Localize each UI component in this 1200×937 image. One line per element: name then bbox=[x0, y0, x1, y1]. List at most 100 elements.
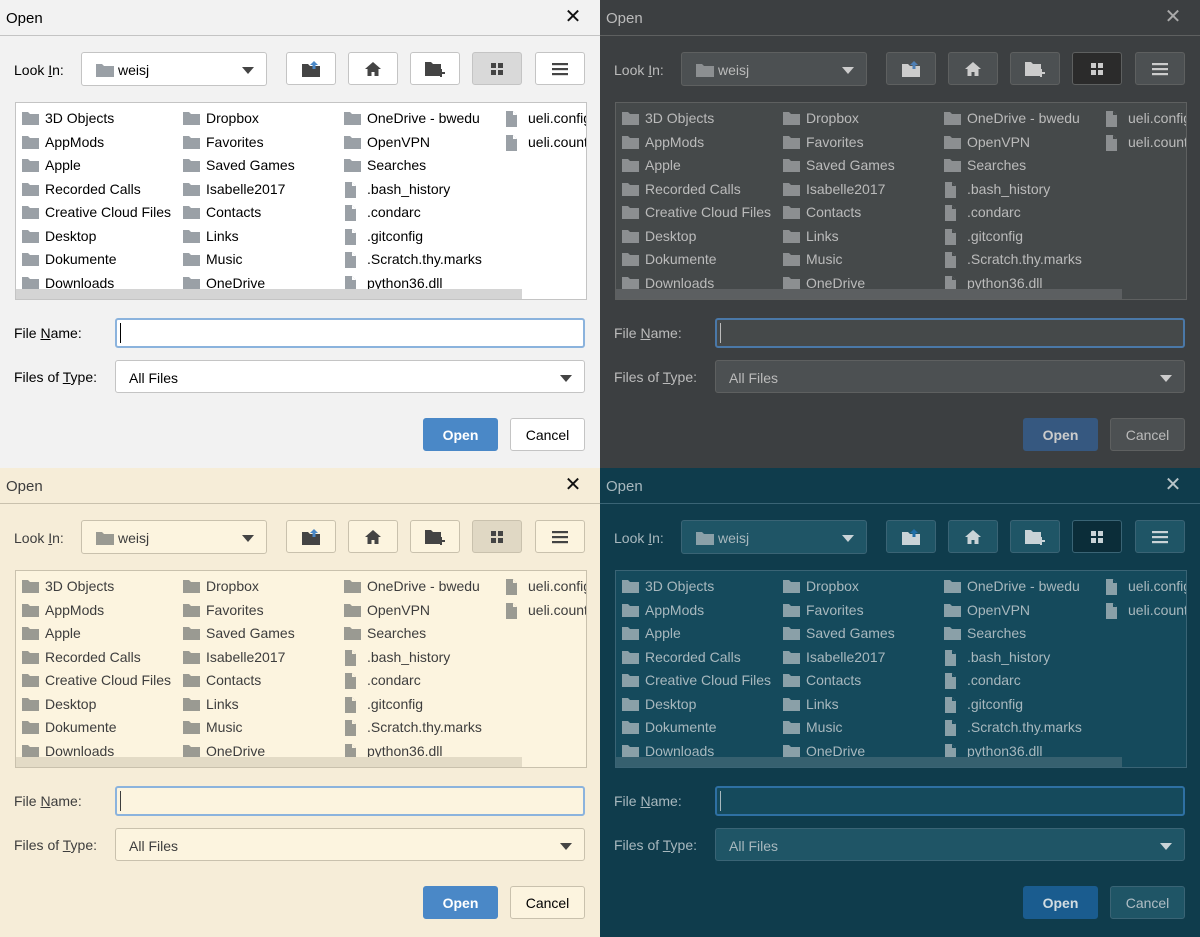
file-icon bbox=[345, 181, 356, 198]
up-folder-button[interactable] bbox=[886, 52, 936, 85]
file-name-input[interactable] bbox=[115, 318, 585, 348]
file-list[interactable]: 3D Objects AppMods Apple Recorded Calls Crea… bbox=[615, 102, 1187, 300]
folder-icon bbox=[622, 182, 639, 196]
open-button[interactable]: Open bbox=[423, 886, 498, 919]
look-in-combo[interactable]: weisj bbox=[81, 52, 267, 86]
file-name-label: File Name: bbox=[614, 325, 682, 341]
files-of-type-label: Files of Type: bbox=[614, 369, 698, 385]
details-view-button[interactable] bbox=[535, 52, 585, 85]
dialog-title: Open bbox=[606, 10, 643, 27]
file-icon bbox=[506, 134, 517, 151]
item-label: Links bbox=[806, 227, 839, 244]
details-view-button[interactable] bbox=[1135, 52, 1185, 85]
files-of-type-combo[interactable]: All Files bbox=[115, 828, 585, 861]
home-icon bbox=[365, 61, 381, 76]
folder-icon bbox=[783, 580, 800, 593]
look-in-label: Look In: bbox=[614, 530, 664, 546]
open-button[interactable]: Open bbox=[423, 418, 498, 451]
file-icon bbox=[945, 696, 956, 713]
open-button[interactable]: Open bbox=[1023, 886, 1098, 919]
home-button[interactable] bbox=[948, 520, 998, 553]
look-in-value: weisj bbox=[718, 530, 750, 546]
folder-icon bbox=[622, 206, 639, 219]
cancel-button[interactable]: Cancel bbox=[1110, 886, 1185, 919]
folder-icon bbox=[22, 744, 39, 758]
item-label: .condarc bbox=[367, 672, 421, 688]
horizontal-scrollbar[interactable] bbox=[616, 289, 1122, 299]
item-label: Searches bbox=[967, 625, 1027, 641]
folder-icon bbox=[22, 182, 39, 196]
item-label: OpenVPN bbox=[367, 601, 431, 618]
list-view-button[interactable] bbox=[472, 52, 522, 85]
item-label: Desktop bbox=[45, 695, 97, 712]
file-list[interactable]: 3D Objects AppMods Apple Recorded Calls Crea… bbox=[615, 570, 1187, 768]
look-in-combo[interactable]: weisj bbox=[681, 52, 867, 86]
file-icon bbox=[506, 111, 517, 127]
item-label: ueli.count bbox=[528, 133, 587, 150]
close-icon[interactable]: ✕ bbox=[1164, 7, 1182, 27]
file-name-input[interactable] bbox=[715, 318, 1185, 348]
list-view-button[interactable] bbox=[1072, 520, 1122, 553]
folder-icon bbox=[622, 159, 639, 172]
list-view-button[interactable] bbox=[472, 520, 522, 553]
close-icon[interactable]: ✕ bbox=[564, 7, 582, 27]
grid-view-icon bbox=[1091, 62, 1103, 75]
home-button[interactable] bbox=[348, 52, 398, 85]
item-label: Saved Games bbox=[806, 625, 895, 641]
folder-icon bbox=[183, 182, 200, 196]
details-view-icon bbox=[1152, 62, 1168, 75]
item-label: Contacts bbox=[206, 672, 262, 688]
look-in-combo[interactable]: weisj bbox=[81, 520, 267, 554]
item-label: Music bbox=[206, 251, 243, 267]
list-view-button[interactable] bbox=[1072, 52, 1122, 85]
cancel-button[interactable]: Cancel bbox=[510, 886, 585, 919]
folder-icon bbox=[783, 206, 800, 219]
item-label: Music bbox=[806, 719, 843, 735]
dialog-grid: Open ✕ Look In: weisj 3D Objects AppMods A… bbox=[0, 0, 1200, 937]
file-name-input[interactable] bbox=[715, 786, 1185, 816]
home-button[interactable] bbox=[948, 52, 998, 85]
item-label: Desktop bbox=[645, 695, 697, 712]
folder-icon bbox=[783, 253, 800, 266]
file-name-input[interactable] bbox=[115, 786, 585, 816]
file-icon bbox=[1106, 111, 1117, 127]
file-icon bbox=[945, 649, 956, 666]
folder-icon bbox=[696, 64, 714, 77]
details-view-button[interactable] bbox=[535, 520, 585, 553]
files-of-type-combo[interactable]: All Files bbox=[115, 360, 585, 393]
look-in-combo[interactable]: weisj bbox=[681, 520, 867, 554]
item-label: .bash_history bbox=[967, 648, 1051, 665]
item-label: .Scratch.thy.marks bbox=[367, 719, 482, 735]
cancel-button[interactable]: Cancel bbox=[510, 418, 585, 451]
new-folder-button[interactable] bbox=[410, 520, 460, 553]
new-folder-button[interactable] bbox=[410, 52, 460, 85]
horizontal-scrollbar[interactable] bbox=[616, 757, 1122, 767]
file-list[interactable]: 3D Objects AppMods Apple Recorded Calls Crea… bbox=[15, 102, 587, 300]
open-button[interactable]: Open bbox=[1023, 418, 1098, 451]
title-bar: Open ✕ bbox=[600, 468, 1200, 504]
details-view-button[interactable] bbox=[1135, 520, 1185, 553]
new-folder-button[interactable] bbox=[1010, 520, 1060, 553]
files-of-type-combo[interactable]: All Files bbox=[715, 828, 1185, 861]
file-list[interactable]: 3D Objects AppMods Apple Recorded Calls Crea… bbox=[15, 570, 587, 768]
grid-view-icon bbox=[491, 62, 503, 75]
look-in-label: Look In: bbox=[614, 62, 664, 78]
file-icon bbox=[345, 720, 356, 736]
new-folder-button[interactable] bbox=[1010, 52, 1060, 85]
up-folder-button[interactable] bbox=[286, 52, 336, 85]
horizontal-scrollbar[interactable] bbox=[16, 289, 522, 299]
up-folder-button[interactable] bbox=[886, 520, 936, 553]
cancel-button[interactable]: Cancel bbox=[1110, 418, 1185, 451]
horizontal-scrollbar[interactable] bbox=[16, 757, 522, 767]
close-icon[interactable]: ✕ bbox=[564, 475, 582, 495]
text-cursor bbox=[720, 323, 721, 343]
files-of-type-label: Files of Type: bbox=[614, 837, 698, 853]
up-folder-icon bbox=[302, 528, 320, 545]
up-folder-button[interactable] bbox=[286, 520, 336, 553]
close-icon[interactable]: ✕ bbox=[1164, 475, 1182, 495]
files-of-type-combo[interactable]: All Files bbox=[715, 360, 1185, 393]
home-button[interactable] bbox=[348, 520, 398, 553]
item-label: Recorded Calls bbox=[645, 180, 741, 197]
folder-icon bbox=[783, 135, 800, 149]
item-label: Dropbox bbox=[806, 578, 859, 594]
